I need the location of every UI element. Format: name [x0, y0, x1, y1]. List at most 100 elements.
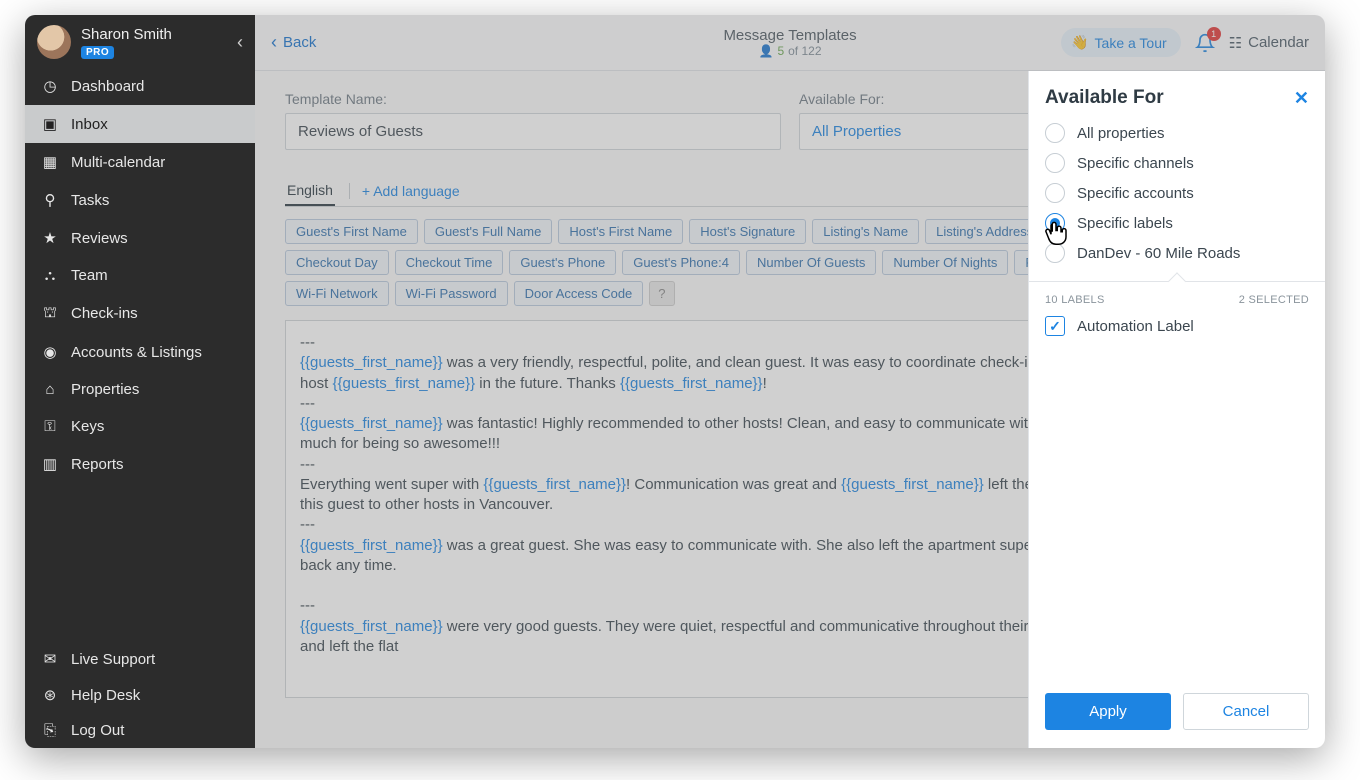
back-button[interactable]: ‹ Back: [271, 32, 316, 53]
checkbox-label: Automation Label: [1077, 318, 1194, 335]
sidebar-item-label: Tasks: [71, 192, 109, 209]
close-icon[interactable]: ✕: [1294, 88, 1309, 109]
variable-pill[interactable]: Guest's Phone:4: [622, 250, 740, 275]
tab-english[interactable]: English: [285, 176, 335, 206]
sidebar-item-team[interactable]: ⛬Team: [25, 257, 255, 294]
sidebar-item-reports[interactable]: ▥Reports: [25, 445, 255, 483]
sidebar-item-label: Help Desk: [71, 687, 140, 704]
star-icon: ★: [41, 229, 59, 247]
page-subtitle: 👤 5 of 122: [758, 44, 821, 58]
help-icon: ⊛: [41, 686, 59, 704]
radio-specific-channels[interactable]: Specific channels: [1045, 153, 1309, 173]
panel-divider: [1029, 281, 1325, 282]
sidebar-item-multicalendar[interactable]: ▦Multi-calendar: [25, 143, 255, 181]
logout-icon: ⎘: [41, 722, 59, 739]
variable-pill[interactable]: Guest's Full Name: [424, 219, 553, 244]
radio-icon: [1045, 153, 1065, 173]
sidebar-footer: ✉Live Support ⊛ Help Desk ⎘Log Out: [25, 641, 255, 748]
apply-button[interactable]: Apply: [1045, 693, 1171, 730]
available-for-panel: Available For ✕ All properties Specific …: [1028, 71, 1325, 748]
variable-pill[interactable]: Listing's Address: [925, 219, 1044, 244]
add-language-button[interactable]: + Add language: [349, 183, 460, 199]
wave-icon: 👋: [1071, 34, 1088, 51]
notifications-button[interactable]: 1: [1195, 33, 1215, 53]
radio-dandev[interactable]: DanDev - 60 Mile Roads: [1045, 243, 1309, 263]
radio-specific-labels[interactable]: Specific labels: [1045, 213, 1309, 233]
variable-pill[interactable]: Number Of Guests: [746, 250, 876, 275]
sidebar-item-label: Team: [71, 267, 108, 284]
variable-pill[interactable]: Host's Signature: [689, 219, 806, 244]
sidebar-item-label: Reviews: [71, 230, 128, 247]
available-for-value: All Properties: [812, 123, 901, 140]
var-token: {{guests_first_name}}: [300, 618, 443, 635]
variable-pill[interactable]: Guest's Phone: [509, 250, 616, 275]
sidebar-item-label: Inbox: [71, 116, 108, 133]
help-icon[interactable]: ?: [649, 281, 674, 306]
variable-pill[interactable]: Listing's Name: [812, 219, 919, 244]
radio-icon: [1045, 123, 1065, 143]
editor-text: ! Communication was great and: [626, 476, 841, 493]
take-tour-button[interactable]: 👋 Take a Tour: [1061, 28, 1181, 57]
radio-all-properties[interactable]: All properties: [1045, 123, 1309, 143]
cancel-button[interactable]: Cancel: [1183, 693, 1309, 730]
notifications-badge: 1: [1207, 27, 1221, 41]
sidebar-item-support[interactable]: ✉Live Support: [25, 641, 255, 677]
variable-pill[interactable]: Wi-Fi Password: [395, 281, 508, 306]
sidebar-item-reviews[interactable]: ★ Reviews: [25, 219, 255, 257]
chevron-left-icon: ‹: [271, 32, 277, 53]
calendar-button[interactable]: ☷ Calendar: [1229, 34, 1309, 52]
editor-text: !: [763, 375, 767, 392]
sidebar-nav: ◷Dashboard ▣Inbox ▦Multi-calendar ⚲ Tasks…: [25, 67, 255, 483]
variable-pill[interactable]: Wi-Fi Network: [285, 281, 389, 306]
sidebar-item-label: Check-ins: [71, 305, 138, 322]
checkbox-icon: ✓: [1045, 316, 1065, 336]
variable-pill[interactable]: Door Access Code: [514, 281, 644, 306]
separator: ---: [300, 597, 315, 614]
template-name-input[interactable]: [285, 113, 781, 150]
main: ‹ Back Message Templates 👤 5 of 122 👋 Ta…: [255, 15, 1325, 748]
labels-count: 10 LABELS: [1045, 294, 1105, 306]
radio-label: Specific accounts: [1077, 185, 1194, 202]
page-title: Message Templates: [723, 27, 856, 44]
variable-pill[interactable]: Host's First Name: [558, 219, 683, 244]
var-token: {{guests_first_name}}: [620, 375, 763, 392]
sidebar-item-label: Multi-calendar: [71, 154, 165, 171]
sidebar-item-keys[interactable]: ⚿Keys: [25, 408, 255, 445]
sidebar-item-label: Accounts & Listings: [71, 344, 202, 361]
editor-text: Everything went super with: [300, 476, 483, 493]
calendar-list-icon: ☷: [1229, 34, 1242, 52]
variable-pill[interactable]: Guest's First Name: [285, 219, 418, 244]
variable-pill[interactable]: Checkout Day: [285, 250, 389, 275]
var-token: {{guests_first_name}}: [841, 476, 984, 493]
sidebar-item-dashboard[interactable]: ◷Dashboard: [25, 67, 255, 105]
avatar[interactable]: [37, 25, 71, 59]
home-icon: ⌂: [41, 381, 59, 398]
radio-specific-accounts[interactable]: Specific accounts: [1045, 183, 1309, 203]
checkbox-automation-label[interactable]: ✓ Automation Label: [1045, 316, 1309, 336]
variable-pill[interactable]: Number Of Nights: [882, 250, 1008, 275]
tasks-icon: ⚲: [41, 191, 59, 209]
bell-icon: ⛫: [41, 304, 59, 323]
selected-count: 2 SELECTED: [1239, 294, 1309, 306]
key-icon: ⚿: [41, 418, 59, 435]
sidebar-item-helpdesk[interactable]: ⊛ Help Desk: [25, 677, 255, 713]
sidebar-collapse-icon[interactable]: ‹: [237, 32, 243, 53]
sidebar-item-properties[interactable]: ⌂Properties: [25, 371, 255, 408]
sidebar-item-checkins[interactable]: ⛫ Check-ins: [25, 294, 255, 333]
radio-label: DanDev - 60 Mile Roads: [1077, 245, 1240, 262]
sidebar-item-logout[interactable]: ⎘Log Out: [25, 713, 255, 748]
users-icon: 👤: [758, 44, 773, 58]
chat-icon: ✉: [41, 650, 59, 668]
radio-label: Specific channels: [1077, 155, 1194, 172]
panel-title: Available For: [1045, 87, 1164, 109]
radio-label: Specific labels: [1077, 215, 1173, 232]
calendar-label: Calendar: [1248, 34, 1309, 51]
count-total: of 122: [788, 44, 821, 58]
sidebar-item-accounts[interactable]: ◉ Accounts & Listings: [25, 333, 255, 371]
sidebar-item-tasks[interactable]: ⚲ Tasks: [25, 181, 255, 219]
sidebar-item-inbox[interactable]: ▣Inbox: [25, 105, 255, 143]
pro-badge: PRO: [81, 46, 114, 59]
radio-icon: [1045, 183, 1065, 203]
accounts-icon: ◉: [41, 343, 59, 361]
variable-pill[interactable]: Checkout Time: [395, 250, 504, 275]
